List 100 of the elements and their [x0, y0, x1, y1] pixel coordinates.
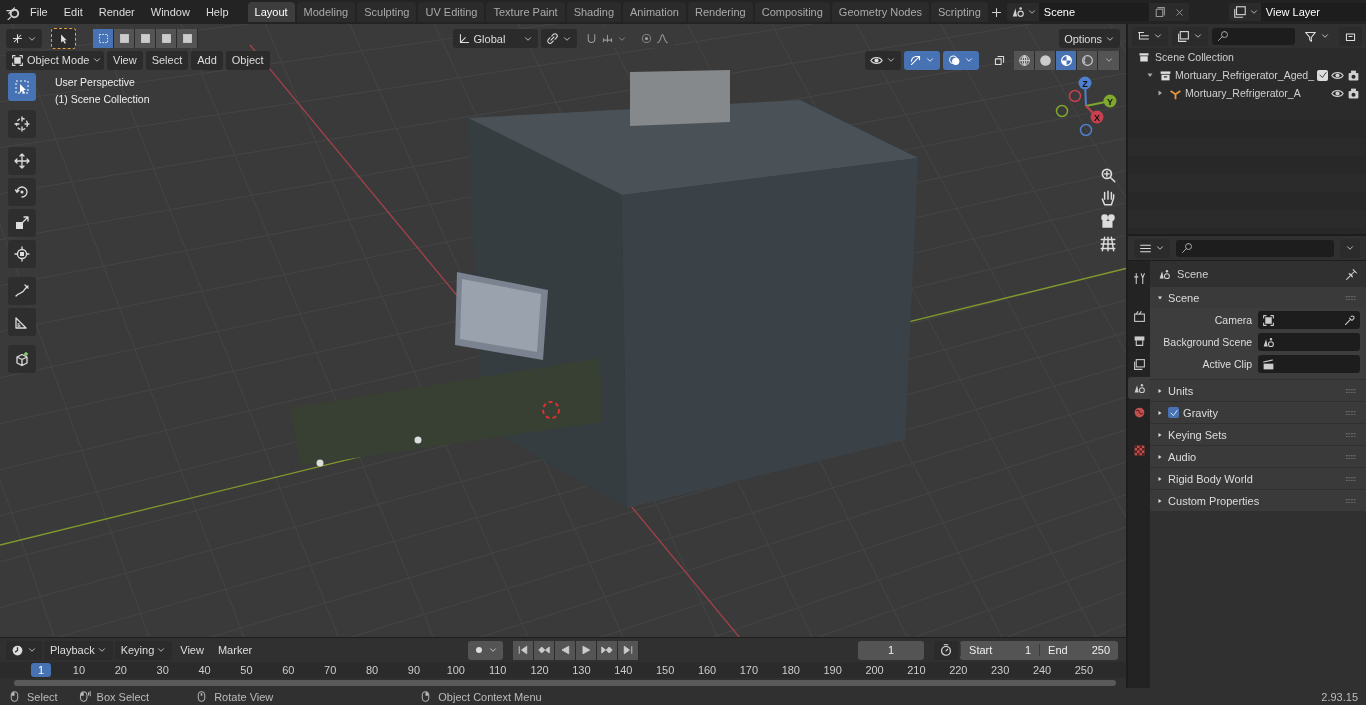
editor-type-button[interactable] — [6, 29, 42, 48]
viewport-menu[interactable]: Add — [191, 50, 223, 70]
workspace-tab[interactable]: UV Editing — [418, 2, 485, 22]
grid-icon[interactable] — [1099, 235, 1117, 253]
negative-axis-handle[interactable] — [1068, 89, 1082, 103]
duplicate-icon[interactable] — [1153, 5, 1167, 19]
negative-axis-handle[interactable] — [1079, 123, 1093, 137]
shading-mode-button[interactable] — [1056, 50, 1078, 70]
timeline-menu[interactable]: Marker — [211, 640, 259, 660]
close-icon[interactable] — [1174, 6, 1186, 18]
search-field[interactable] — [1212, 27, 1295, 45]
outliner-item-label[interactable]: Scene Collection — [1155, 51, 1360, 63]
scale-tool-button[interactable] — [8, 209, 36, 237]
options-dropdown[interactable]: Options — [1059, 29, 1121, 48]
record-button[interactable] — [467, 640, 503, 660]
select-mode-button[interactable] — [114, 29, 135, 48]
timeline-menu[interactable]: View — [174, 640, 210, 660]
select-mode-button[interactable] — [156, 29, 177, 48]
shading-mode-button[interactable] — [1077, 50, 1099, 70]
zoom-icon[interactable] — [1099, 166, 1117, 184]
camera-icon[interactable] — [1347, 86, 1360, 100]
current-frame-field[interactable]: 1 — [858, 640, 925, 660]
axis-handle[interactable]: Y — [1103, 94, 1117, 108]
origin-point[interactable] — [316, 459, 324, 467]
exclude-checkbox[interactable] — [1317, 69, 1328, 81]
camera-icon[interactable] — [1347, 68, 1360, 82]
annotate-tool-button[interactable] — [8, 277, 36, 305]
filter-mode-button[interactable] — [1172, 26, 1209, 46]
workspace-tab[interactable]: Geometry Nodes — [831, 2, 929, 22]
next-keyframe-button[interactable] — [596, 640, 618, 660]
gizmo-toggle[interactable] — [904, 50, 941, 70]
workspace-tab[interactable]: Texture Paint — [486, 2, 565, 22]
editor-type-button[interactable] — [1134, 238, 1171, 258]
tool-button[interactable] — [51, 28, 76, 49]
plus-icon[interactable] — [989, 5, 1003, 19]
jump-start-button[interactable] — [512, 640, 534, 660]
camera-field[interactable] — [1258, 311, 1360, 329]
menu-item[interactable]: Window — [143, 3, 197, 21]
new-collection-button[interactable] — [1339, 26, 1362, 46]
transform-orientation-dropdown[interactable]: Global — [452, 29, 538, 48]
outliner-item-label[interactable]: Mortuary_Refrigerator_Aged_ — [1175, 69, 1314, 81]
pivot-dropdown[interactable] — [540, 29, 577, 48]
menu-item[interactable]: File — [23, 3, 55, 21]
select-box-tool-button[interactable] — [8, 73, 36, 101]
workspace-tab[interactable]: Compositing — [754, 2, 830, 22]
viewport-menu[interactable]: Object — [225, 50, 270, 70]
select-mode-button[interactable] — [93, 29, 114, 48]
jump-end-button[interactable] — [617, 640, 639, 660]
search-field[interactable] — [1176, 239, 1334, 257]
stopwatch-icon[interactable] — [939, 643, 954, 657]
timeline-menu[interactable]: Playback — [44, 640, 113, 660]
workspace-tab[interactable]: Modeling — [296, 2, 356, 22]
workspace-tab[interactable]: Shading — [566, 2, 622, 22]
end-frame-field[interactable]: End 250 — [1039, 644, 1119, 656]
camera-icon[interactable] — [1099, 212, 1117, 230]
playhead-marker[interactable]: 1 — [31, 663, 51, 677]
properties-tab[interactable] — [1128, 377, 1151, 399]
workspace-tab[interactable]: Layout — [247, 2, 295, 22]
cursor-tool-button[interactable] — [8, 110, 36, 138]
select-mode-button[interactable] — [135, 29, 156, 48]
negative-axis-handle[interactable] — [1055, 104, 1069, 118]
workspace-tab[interactable]: Sculpting — [357, 2, 417, 22]
origin-point[interactable] — [414, 436, 422, 444]
viewport-menu[interactable]: View — [107, 50, 143, 70]
transform-tool-button[interactable] — [8, 240, 36, 268]
add-cube-tool-button[interactable] — [8, 345, 36, 373]
rotate-tool-button[interactable] — [8, 178, 36, 206]
view-layer-field[interactable]: View Layer — [1260, 3, 1366, 21]
pin-icon[interactable] — [1345, 267, 1358, 281]
measure-tool-button[interactable] — [8, 308, 36, 336]
play-reverse-button[interactable] — [554, 640, 576, 660]
menu-item[interactable]: Help — [198, 3, 236, 21]
outliner-item-label[interactable]: Mortuary_Refrigerator_A — [1185, 87, 1328, 99]
timeline-menu[interactable]: Keying — [114, 640, 173, 660]
axis-handle[interactable]: Z — [1078, 76, 1092, 90]
visibility-dropdown[interactable] — [865, 50, 902, 70]
select-mode-button[interactable] — [177, 29, 198, 48]
axis-handle[interactable]: X — [1090, 110, 1104, 124]
editor-type-button[interactable] — [6, 640, 42, 660]
hand-icon[interactable] — [1099, 189, 1117, 207]
menu-item[interactable]: Render — [91, 3, 142, 21]
menu-item[interactable]: Edit — [56, 3, 90, 21]
workspace-tab[interactable]: Rendering — [687, 2, 753, 22]
scene-field[interactable]: Scene — [1038, 3, 1149, 21]
start-frame-field[interactable]: Start 1 — [960, 644, 1040, 656]
timeline-scrollbar[interactable] — [14, 679, 1117, 686]
shading-mode-button[interactable] — [1014, 50, 1036, 70]
workspace-tab[interactable]: Scripting — [931, 2, 988, 22]
mode-dropdown[interactable]: Object Mode — [6, 50, 104, 70]
move-tool-button[interactable] — [8, 147, 36, 175]
workspace-tab[interactable]: Animation — [623, 2, 686, 22]
panel-checkbox[interactable] — [1168, 407, 1180, 418]
scene-field[interactable] — [1258, 333, 1360, 351]
clip-field[interactable] — [1258, 355, 1360, 373]
shading-mode-button[interactable] — [1035, 50, 1057, 70]
overlay-toggle[interactable] — [943, 50, 980, 70]
display-mode-button[interactable] — [1132, 26, 1169, 46]
prev-keyframe-button[interactable] — [533, 640, 555, 660]
play-button[interactable] — [575, 640, 597, 660]
panel-title[interactable]: Scene — [1168, 291, 1340, 304]
